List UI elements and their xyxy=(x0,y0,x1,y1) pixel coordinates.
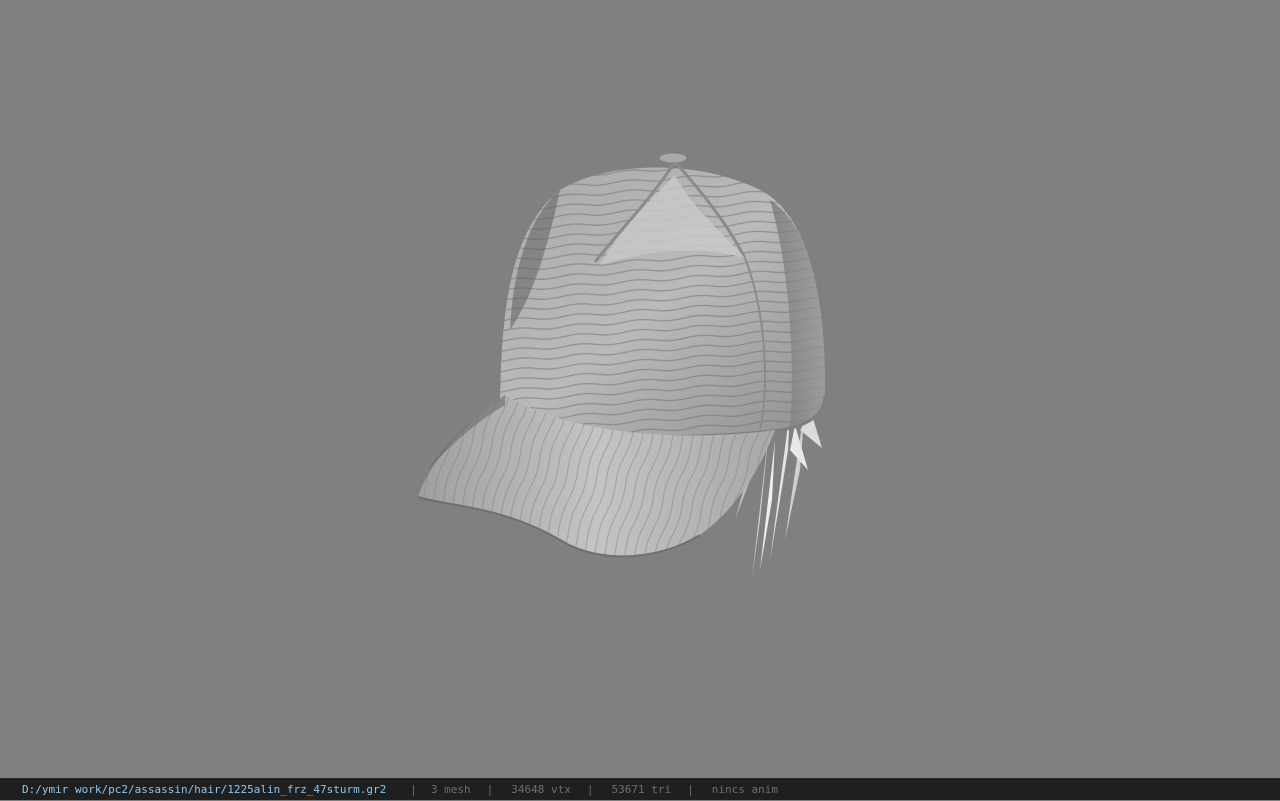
status-separator: | xyxy=(687,782,694,796)
animation-status-label: nincs anim xyxy=(711,782,778,796)
file-path-label: D:/ymir work/pc2/assassin/hair/1225alin_… xyxy=(22,782,387,796)
cap-model xyxy=(417,152,827,578)
status-bar: D:/ymir work/pc2/assassin/hair/1225alin_… xyxy=(0,778,1280,800)
mesh-count-label: 3 mesh xyxy=(430,782,471,796)
triangle-count-label: 53671 tri xyxy=(611,782,672,796)
status-separator: | xyxy=(410,782,417,796)
status-separator: | xyxy=(586,782,594,796)
status-separator: | xyxy=(486,782,494,796)
3d-viewport[interactable] xyxy=(0,0,1280,778)
vertex-count-label: 34648 vtx xyxy=(511,782,571,796)
cap-crown xyxy=(499,152,827,439)
